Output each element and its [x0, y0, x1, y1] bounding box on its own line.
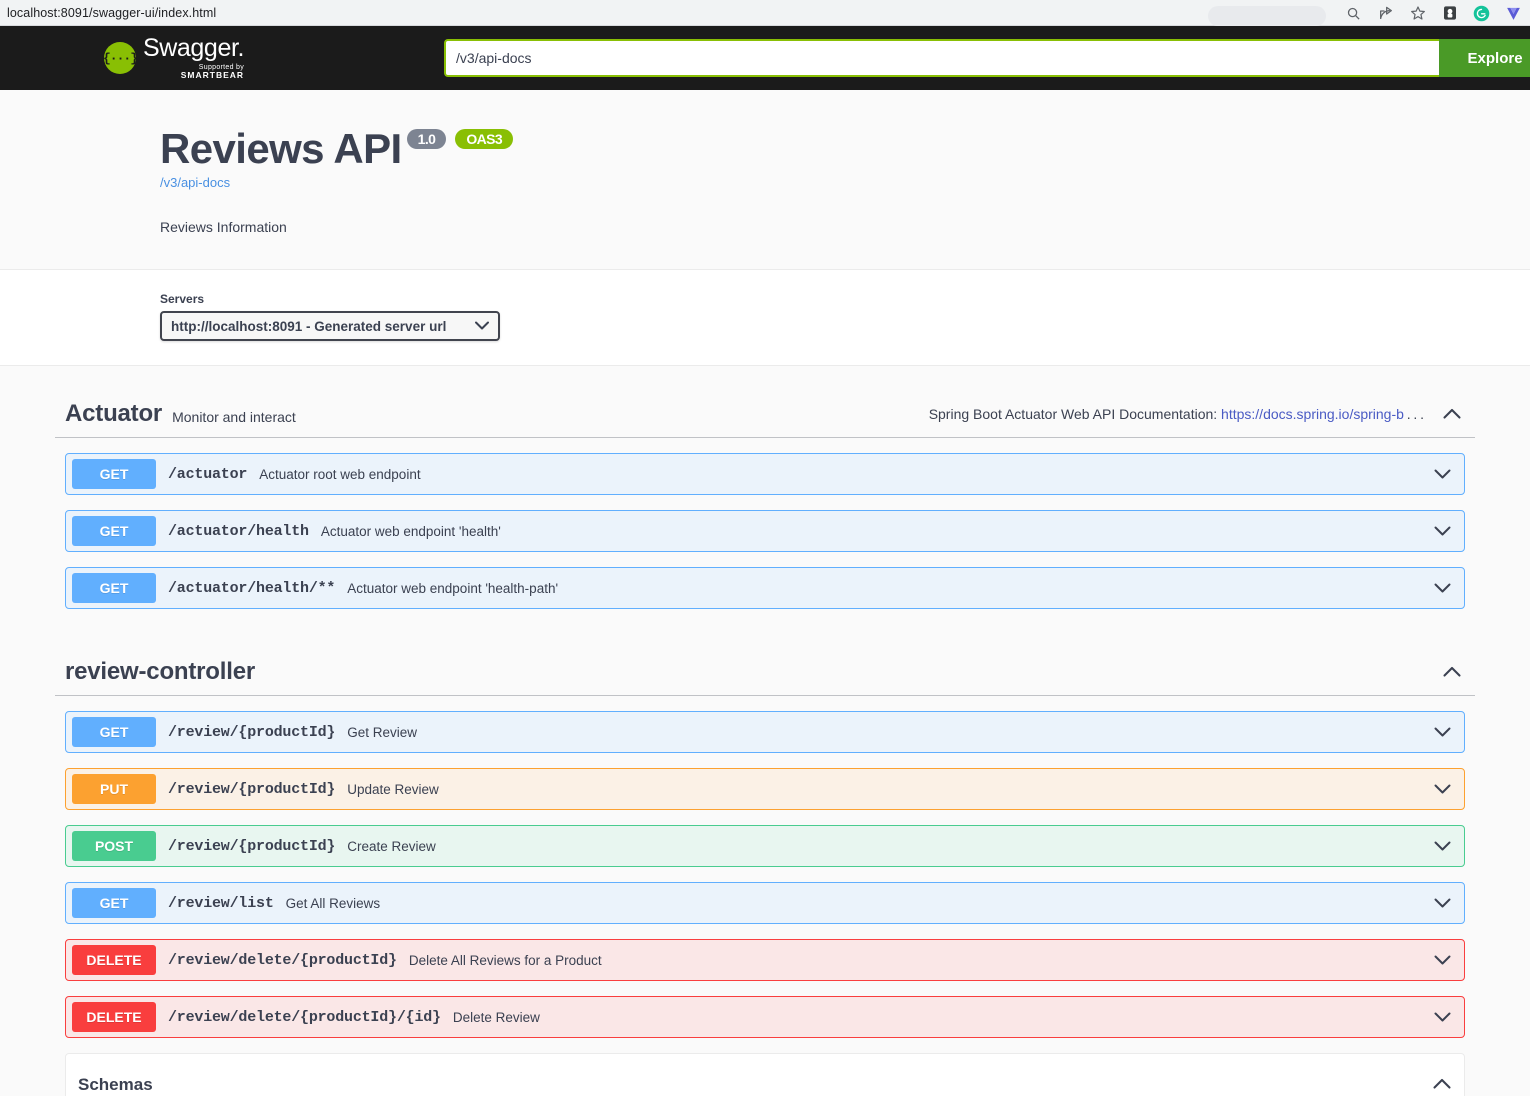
operation-path: /actuator/health — [168, 523, 309, 540]
spec-url-input[interactable] — [444, 39, 1439, 77]
schemas-collapse-chevron-up-icon[interactable] — [1433, 1076, 1451, 1094]
operation-method-badge: GET — [72, 459, 156, 489]
servers-label: Servers — [160, 292, 1475, 306]
oas-version-badge: OAS3 — [455, 129, 513, 149]
chevron-down-icon[interactable] — [1434, 526, 1451, 536]
swagger-topbar: {···} Swagger. Supported by SMARTBEAR Ex… — [0, 26, 1530, 90]
collections-icon[interactable] — [1441, 5, 1458, 22]
operation-path: /review/{productId} — [168, 838, 335, 855]
operation-row[interactable]: GET /actuator/health/** Actuator web end… — [65, 567, 1465, 609]
operation-row[interactable]: DELETE /review/delete/{productId} Delete… — [65, 939, 1465, 981]
chevron-down-icon[interactable] — [1434, 784, 1451, 794]
swagger-logo-subtitle: Supported by SMARTBEAR — [143, 63, 244, 80]
v-extension-icon[interactable] — [1505, 5, 1522, 22]
operation-row[interactable]: GET /actuator/health Actuator web endpoi… — [65, 510, 1465, 552]
operation-method-badge: DELETE — [72, 1002, 156, 1032]
api-info-section: Reviews API 1.0 OAS3 /v3/api-docs Review… — [0, 90, 1530, 270]
swagger-logo-title: Swagger — [143, 34, 238, 62]
browser-url-text[interactable]: localhost:8091/swagger-ui/index.html — [0, 6, 216, 20]
grammarly-icon[interactable] — [1473, 5, 1490, 22]
tag-section-actuator: Actuator Monitor and interact Spring Boo… — [55, 366, 1475, 609]
browser-toolbar: localhost:8091/swagger-ui/index.html — [0, 0, 1530, 26]
operation-summary: Actuator web endpoint 'health' — [321, 524, 501, 539]
operation-summary: Delete Review — [453, 1010, 540, 1025]
chevron-down-icon[interactable] — [1434, 583, 1451, 593]
operation-row[interactable]: PUT /review/{productId} Update Review — [65, 768, 1465, 810]
operation-path: /review/{productId} — [168, 724, 335, 741]
tag-title-review-controller: review-controller — [65, 658, 255, 686]
operation-summary: Actuator web endpoint 'health-path' — [347, 581, 558, 596]
chevron-down-icon[interactable] — [1434, 1012, 1451, 1022]
chevron-down-icon[interactable] — [1434, 841, 1451, 851]
tag-subtitle-actuator: Monitor and interact — [172, 409, 296, 425]
chevron-down-icon[interactable] — [1434, 955, 1451, 965]
tag-collapse-chevron-up-icon-review-controller[interactable] — [1442, 662, 1462, 682]
swagger-logo-dot: . — [238, 34, 245, 62]
swagger-brace-icon: {···} — [104, 42, 136, 74]
operations-list-review-controller: GET /review/{productId} Get Review PUT /… — [55, 711, 1475, 1038]
operation-row[interactable]: GET /review/{productId} Get Review — [65, 711, 1465, 753]
operation-summary: Get All Reviews — [286, 896, 381, 911]
tag-docs-ellipsis: . . . — [1404, 406, 1424, 422]
operation-path: /actuator/health/** — [168, 580, 335, 597]
schemas-section[interactable]: Schemas — [65, 1053, 1465, 1096]
swagger-wordmark: Swagger. Supported by SMARTBEAR — [143, 36, 244, 80]
tag-header-review-controller[interactable]: review-controller — [55, 648, 1475, 696]
operation-row[interactable]: GET /review/list Get All Reviews — [65, 882, 1465, 924]
operation-path: /review/delete/{productId}/{id} — [168, 1009, 441, 1026]
search-icon[interactable] — [1345, 5, 1362, 22]
operation-method-badge: GET — [72, 573, 156, 603]
schemas-title: Schemas — [78, 1075, 153, 1095]
operation-summary: Delete All Reviews for a Product — [409, 953, 602, 968]
tag-collapse-chevron-up-icon-actuator[interactable] — [1442, 404, 1462, 424]
explore-button[interactable]: Explore — [1439, 39, 1530, 77]
api-body: Actuator Monitor and interact Spring Boo… — [0, 366, 1530, 1096]
chevron-down-icon[interactable] — [1434, 727, 1451, 737]
tag-title-actuator: Actuator — [65, 400, 162, 428]
server-select[interactable]: http://localhost:8091 - Generated server… — [160, 311, 500, 341]
share-icon[interactable] — [1377, 5, 1394, 22]
tag-section-review-controller: review-controller GET /review/{productId… — [55, 624, 1475, 1038]
operation-method-badge: GET — [72, 516, 156, 546]
operation-method-badge: DELETE — [72, 945, 156, 975]
operation-row[interactable]: DELETE /review/delete/{productId}/{id} D… — [65, 996, 1465, 1038]
browser-icon-group — [1212, 0, 1522, 26]
operation-method-badge: GET — [72, 888, 156, 918]
operation-path: /actuator — [168, 466, 247, 483]
operation-summary: Update Review — [347, 782, 439, 797]
operations-list-actuator: GET /actuator Actuator root web endpoint… — [55, 453, 1475, 609]
api-docs-link[interactable]: /v3/api-docs — [160, 175, 1475, 190]
operation-method-badge: POST — [72, 831, 156, 861]
tag-header-actuator[interactable]: Actuator Monitor and interact Spring Boo… — [55, 390, 1475, 438]
spec-url-form: Explore — [444, 39, 1530, 77]
page-title: Reviews API 1.0 OAS3 — [160, 128, 1475, 170]
operation-summary: Get Review — [347, 725, 417, 740]
operation-path: /review/list — [168, 895, 274, 912]
smartbear-label: SMARTBEAR — [181, 70, 244, 80]
swagger-logo[interactable]: {···} Swagger. Supported by SMARTBEAR — [104, 36, 244, 80]
operation-summary: Create Review — [347, 839, 436, 854]
api-version-badge: 1.0 — [407, 129, 447, 149]
operation-method-badge: GET — [72, 717, 156, 747]
tag-external-docs-actuator: Spring Boot Actuator Web API Documentati… — [929, 406, 1424, 422]
operation-method-badge: PUT — [72, 774, 156, 804]
bookmark-star-icon[interactable] — [1409, 5, 1426, 22]
operation-row[interactable]: POST /review/{productId} Create Review — [65, 825, 1465, 867]
chevron-down-icon[interactable] — [1434, 469, 1451, 479]
operation-row[interactable]: GET /actuator Actuator root web endpoint — [65, 453, 1465, 495]
servers-section: Servers http://localhost:8091 - Generate… — [0, 270, 1530, 366]
operation-path: /review/delete/{productId} — [168, 952, 397, 969]
operation-summary: Actuator root web endpoint — [259, 467, 420, 482]
api-title-text: Reviews API — [160, 128, 402, 170]
tag-header-right-review-controller — [1442, 662, 1462, 682]
tag-header-right-actuator: Spring Boot Actuator Web API Documentati… — [929, 404, 1462, 424]
operation-path: /review/{productId} — [168, 781, 335, 798]
chevron-down-icon[interactable] — [1434, 898, 1451, 908]
server-select-wrapper: http://localhost:8091 - Generated server… — [160, 311, 500, 341]
extension-pill-background — [1208, 6, 1326, 26]
tag-docs-prefix: Spring Boot Actuator Web API Documentati… — [929, 406, 1221, 422]
api-description: Reviews Information — [160, 219, 1475, 235]
tag-docs-link[interactable]: https://docs.spring.io/spring-b — [1221, 406, 1404, 422]
